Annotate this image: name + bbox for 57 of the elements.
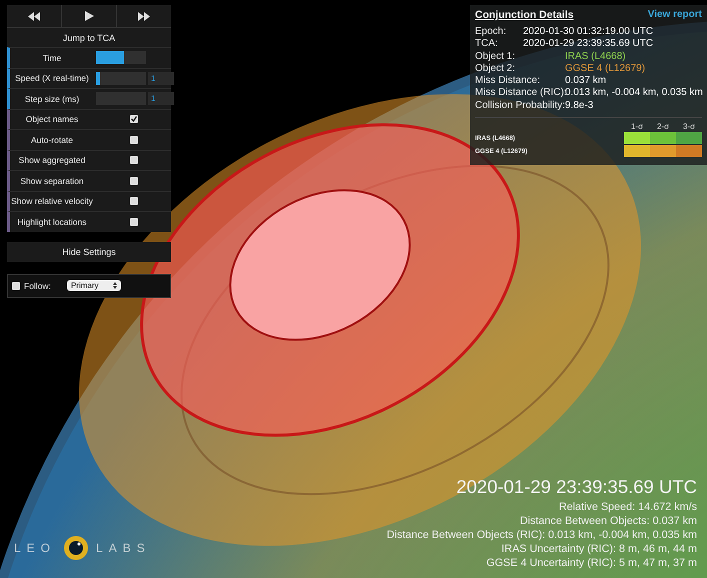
rewind-button[interactable]	[7, 5, 61, 27]
follow-dropdown[interactable]: Primary	[66, 280, 121, 291]
sigma-header: 3-σ	[682, 122, 696, 132]
slider-track[interactable]	[96, 51, 146, 64]
readout-line: IRAS Uncertainty (RIC): 8 m, 46 m, 44 m	[501, 542, 697, 556]
play-button[interactable]	[62, 5, 116, 27]
slider-label: Speed (X real-time)	[14, 73, 90, 84]
sigma-header: 2-σ	[656, 122, 670, 132]
field-label: Epoch:	[475, 26, 508, 38]
readout-line: GGSE 4 Uncertainty (RIC): 5 m, 47 m, 37 m	[486, 556, 697, 570]
checkbox[interactable]	[130, 176, 138, 185]
panel-title: Conjunction Details	[475, 9, 574, 21]
jump-to-tca-button[interactable]: Jump to TCA	[7, 27, 171, 47]
slider-track[interactable]	[96, 72, 146, 85]
number-field[interactable]: 1	[148, 92, 174, 106]
option-label: Show aggregated	[18, 155, 86, 166]
readout-time: 2020-01-29 23:39:35.69 UTC	[456, 476, 697, 498]
number-field[interactable]: 1	[148, 72, 174, 85]
field-label: TCA:	[475, 38, 499, 51]
slider-label: Step size (ms)	[24, 94, 80, 104]
checkbox[interactable]	[130, 156, 138, 164]
field-label: Object 1:	[475, 50, 516, 63]
field-label: Collision Probability:	[475, 100, 565, 112]
field-value: 2020-01-30 01:32:19.00 UTC	[523, 26, 654, 38]
hide-settings-button[interactable]: Hide Settings	[7, 242, 171, 262]
option-label: Show separation	[19, 176, 85, 186]
field-value: GGSE 4 (L12679)	[565, 62, 646, 76]
checkbox[interactable]	[130, 136, 138, 144]
logo-text: LEO	[14, 541, 56, 555]
readout-line: Distance Between Objects: 0.037 km	[520, 514, 697, 528]
option-label: Object names	[24, 114, 80, 124]
checkbox[interactable]	[130, 218, 138, 226]
follow-label: Follow:	[24, 280, 51, 290]
field-value: 9.8e-3	[565, 100, 594, 112]
checkbox[interactable]	[130, 197, 138, 206]
field-label: Miss Distance:	[475, 75, 542, 88]
fast-forward-button[interactable]	[117, 5, 171, 27]
option-label: Show relative velocity	[10, 196, 94, 206]
field-value: 0.037 km	[565, 75, 608, 88]
readout-line: Distance Between Objects (RIC): 0.013 km, -0.004 km, 0.035 km	[386, 528, 697, 542]
option-label: Auto-rotate	[30, 134, 74, 145]
readout-line: Relative Speed: 14.672 km/s	[558, 500, 697, 514]
follow-checkbox[interactable]	[12, 282, 20, 290]
play-icon	[84, 11, 94, 21]
field-label: Miss Distance (RIC):	[475, 87, 565, 100]
slider-label: Time	[42, 52, 62, 63]
option-label: Highlight locations	[16, 216, 88, 227]
up-down-arrows-icon	[112, 282, 117, 289]
field-value: 2020-01-29 23:39:35.69 UTC	[523, 38, 654, 51]
field-label: Object 2:	[475, 62, 516, 76]
eye-logo-icon	[64, 536, 88, 560]
view-report-link[interactable]: View report	[648, 9, 702, 20]
checkbox[interactable]	[130, 115, 138, 124]
sigma-header: 1-σ	[630, 122, 644, 132]
logo-text: LABS	[96, 541, 151, 555]
field-value: IRAS (L4668)	[565, 50, 627, 63]
field-value: 0.013 km, -0.004 km, 0.035 km	[565, 87, 703, 100]
